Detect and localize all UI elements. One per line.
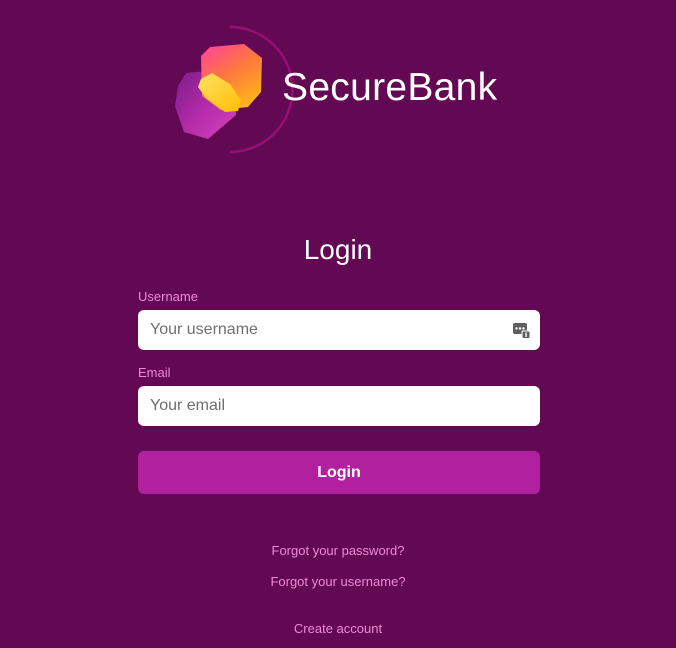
brand-logo: SecureBank [170, 22, 510, 157]
email-input[interactable] [138, 386, 540, 426]
forgot-password-link[interactable]: Forgot your password? [0, 543, 676, 559]
password-manager-icon[interactable] [513, 321, 531, 339]
hexagon-logo-icon [175, 25, 294, 154]
username-field[interactable] [138, 310, 540, 350]
create-account-link[interactable]: Create account [0, 621, 676, 637]
email-label: Email [138, 365, 171, 380]
username-input[interactable] [138, 310, 540, 350]
forgot-username-link[interactable]: Forgot your username? [0, 574, 676, 590]
brand-name: SecureBank [282, 66, 498, 109]
email-field[interactable] [138, 386, 540, 426]
username-label: Username [138, 289, 198, 304]
login-button[interactable]: Login [138, 451, 540, 494]
page-title: Login [303, 234, 373, 265]
